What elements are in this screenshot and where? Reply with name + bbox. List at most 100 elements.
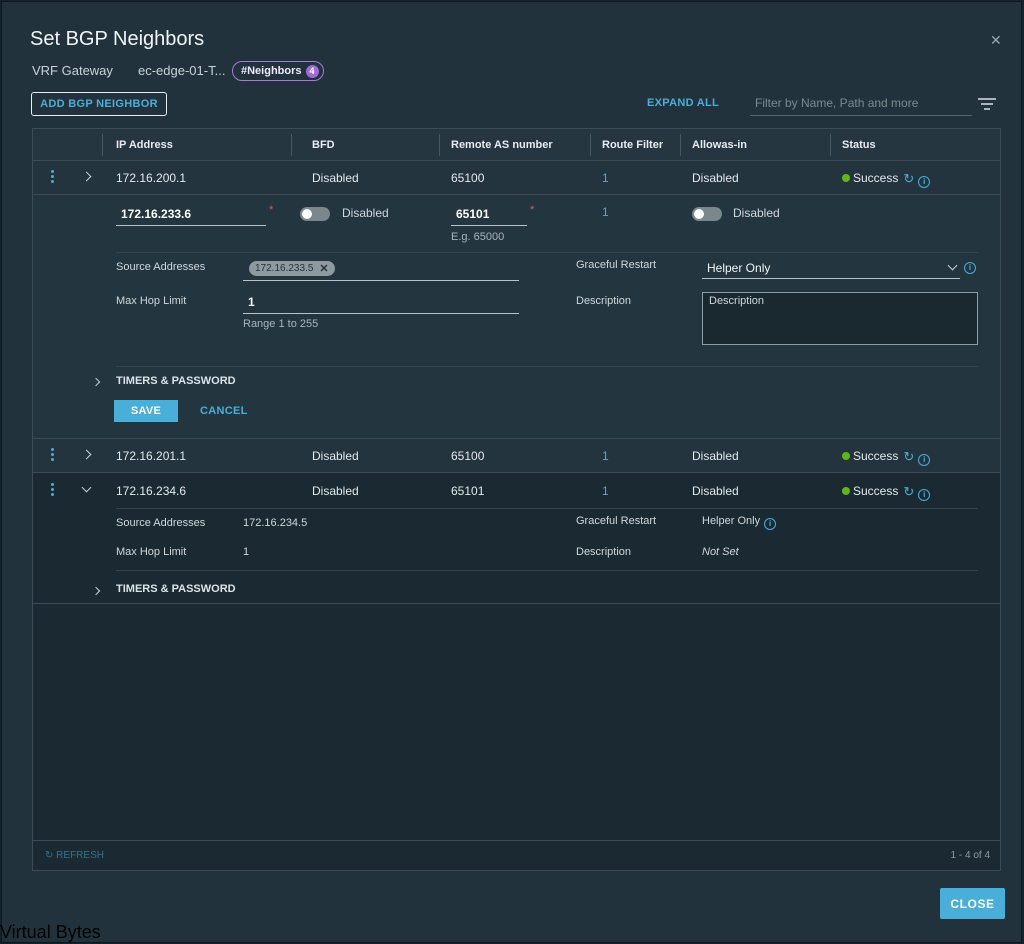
- required-marker: *: [269, 204, 274, 216]
- max-hop-label: Max Hop Limit: [116, 295, 187, 307]
- bfd-toggle-label: Disabled: [342, 206, 389, 220]
- info-icon[interactable]: i: [918, 176, 931, 188]
- grid-header: IP Address BFD Remote AS number Route Fi…: [33, 129, 1000, 161]
- allowas-toggle-label: Disabled: [733, 206, 780, 220]
- success-status-icon: [842, 487, 850, 495]
- max-hop-input[interactable]: 1: [243, 291, 519, 314]
- vrf-label: VRF Gateway: [32, 63, 113, 78]
- neighbors-tag-label: #Neighbors: [241, 65, 302, 77]
- route-filter-link[interactable]: 1: [602, 205, 609, 219]
- timers-password-section[interactable]: TIMERS & PASSWORD: [116, 583, 236, 595]
- success-status-icon: [842, 452, 850, 460]
- col-bfd[interactable]: BFD: [312, 139, 335, 151]
- col-route-filter[interactable]: Route Filter: [602, 139, 663, 151]
- filter-input[interactable]: Filter by Name, Path and more: [750, 92, 972, 116]
- ip-address-input[interactable]: 172.16.233.6: [116, 203, 266, 226]
- graceful-restart-label: Graceful Restart: [576, 515, 657, 527]
- description-label: Description: [576, 546, 632, 558]
- refresh-icon[interactable]: ↻: [903, 449, 914, 465]
- remove-chip-icon[interactable]: ✕: [319, 262, 328, 275]
- pagination-info: 1 - 4 of 4: [950, 850, 990, 861]
- col-remote-as[interactable]: Remote AS number: [451, 139, 553, 151]
- info-icon[interactable]: i: [918, 454, 931, 466]
- info-icon[interactable]: i: [964, 262, 976, 274]
- chevron-right-icon[interactable]: [91, 377, 101, 387]
- watermark-text: Virtual Bytes: [0, 922, 101, 942]
- graceful-restart-label: Graceful Restart: [576, 259, 657, 271]
- row-actions-icon[interactable]: [51, 448, 55, 463]
- graceful-restart-value: Helper Only: [707, 261, 771, 275]
- cell-status: Success ↻ i: [842, 171, 931, 188]
- row-actions-icon[interactable]: [51, 170, 55, 185]
- cell-status: Success ↻ i: [842, 484, 931, 501]
- neighbor-edit-form: 172.16.233.6 * Disabled 65101 * E.g. 650…: [33, 195, 1000, 439]
- allowas-in-toggle[interactable]: [692, 207, 722, 221]
- max-hop-hint: Range 1 to 255: [243, 318, 319, 330]
- chevron-right-icon[interactable]: [81, 449, 92, 460]
- row-actions-icon[interactable]: [51, 483, 55, 498]
- cell-bfd: Disabled: [312, 449, 359, 463]
- chevron-down-icon: [947, 260, 958, 271]
- cell-bfd: Disabled: [312, 171, 359, 185]
- source-addresses-label: Source Addresses: [116, 261, 206, 273]
- max-hop-label: Max Hop Limit: [116, 546, 187, 558]
- cell-ip: 172.16.234.6: [116, 484, 187, 498]
- chevron-right-icon[interactable]: [91, 586, 101, 596]
- save-button[interactable]: SAVE: [114, 400, 178, 422]
- cell-allowas: Disabled: [692, 171, 739, 185]
- close-icon[interactable]: ✕: [990, 32, 1002, 49]
- remote-as-hint: E.g. 65000: [451, 231, 505, 243]
- cell-ip: 172.16.201.1: [116, 449, 187, 463]
- required-marker: *: [530, 204, 535, 216]
- status-text: Success: [853, 171, 899, 185]
- description-label: Description: [576, 295, 632, 307]
- neighbors-count-badge: 4: [305, 64, 319, 78]
- col-status[interactable]: Status: [842, 139, 876, 151]
- neighbors-tag: #Neighbors 4: [232, 61, 324, 81]
- cancel-button[interactable]: CANCEL: [200, 405, 248, 417]
- graceful-restart-select[interactable]: Helper Only: [702, 257, 960, 279]
- filter-icon[interactable]: [978, 98, 996, 113]
- max-hop-value: 1: [243, 546, 250, 558]
- cell-route-filter-link[interactable]: 1: [602, 171, 609, 185]
- cell-remote-as: 65101: [451, 484, 485, 498]
- table-row: 172.16.200.1 Disabled 65100 1 Disabled S…: [33, 161, 1000, 195]
- source-addresses-label: Source Addresses: [116, 517, 206, 529]
- bfd-toggle[interactable]: [300, 207, 330, 221]
- cell-allowas: Disabled: [692, 449, 739, 463]
- table-row: 172.16.201.1 Disabled 65100 1 Disabled S…: [33, 439, 1000, 473]
- refresh-icon[interactable]: ↻: [903, 171, 914, 187]
- source-address-chip: 172.16.233.5 ✕: [249, 261, 335, 276]
- cell-route-filter-link[interactable]: 1: [602, 449, 609, 463]
- status-text: Success: [853, 449, 899, 463]
- table-row: 172.16.234.6 Disabled 65101 1 Disabled S…: [33, 474, 1000, 508]
- info-icon[interactable]: i: [918, 489, 931, 501]
- neighbors-grid: IP Address BFD Remote AS number Route Fi…: [32, 128, 1001, 871]
- chevron-right-icon[interactable]: [81, 171, 92, 182]
- close-button[interactable]: CLOSE: [940, 888, 1005, 919]
- cell-remote-as: 65100: [451, 171, 485, 185]
- source-addresses-value: 172.16.234.5: [243, 517, 308, 529]
- chevron-down-icon[interactable]: [81, 482, 92, 493]
- add-bgp-neighbor-button[interactable]: ADD BGP NEIGHBOR: [31, 92, 167, 116]
- remote-as-input[interactable]: 65101: [451, 203, 527, 226]
- set-bgp-neighbors-modal: Set BGP Neighbors ✕ VRF Gateway ec-edge-…: [1, 1, 1022, 943]
- success-status-icon: [842, 174, 850, 182]
- graceful-restart-value: Helper Only i: [702, 515, 777, 530]
- description-value: Not Set: [702, 546, 739, 558]
- col-allowas-in[interactable]: Allowas-in: [692, 139, 747, 151]
- status-text: Success: [853, 484, 899, 498]
- timers-password-section[interactable]: TIMERS & PASSWORD: [116, 375, 236, 387]
- vrf-value: ec-edge-01-T...: [138, 63, 226, 78]
- refresh-icon: ↻: [45, 850, 54, 861]
- expand-all-button[interactable]: EXPAND ALL: [647, 97, 719, 109]
- cell-route-filter-link[interactable]: 1: [602, 484, 609, 498]
- source-address-chip-label: 172.16.233.5: [255, 263, 314, 274]
- refresh-button[interactable]: ↻ REFRESH: [45, 850, 104, 861]
- modal-title: Set BGP Neighbors: [30, 28, 205, 50]
- description-textarea[interactable]: Description: [702, 292, 978, 345]
- refresh-icon[interactable]: ↻: [903, 484, 914, 500]
- cell-remote-as: 65100: [451, 449, 485, 463]
- col-ip-address[interactable]: IP Address: [116, 139, 173, 151]
- info-icon[interactable]: i: [764, 518, 777, 530]
